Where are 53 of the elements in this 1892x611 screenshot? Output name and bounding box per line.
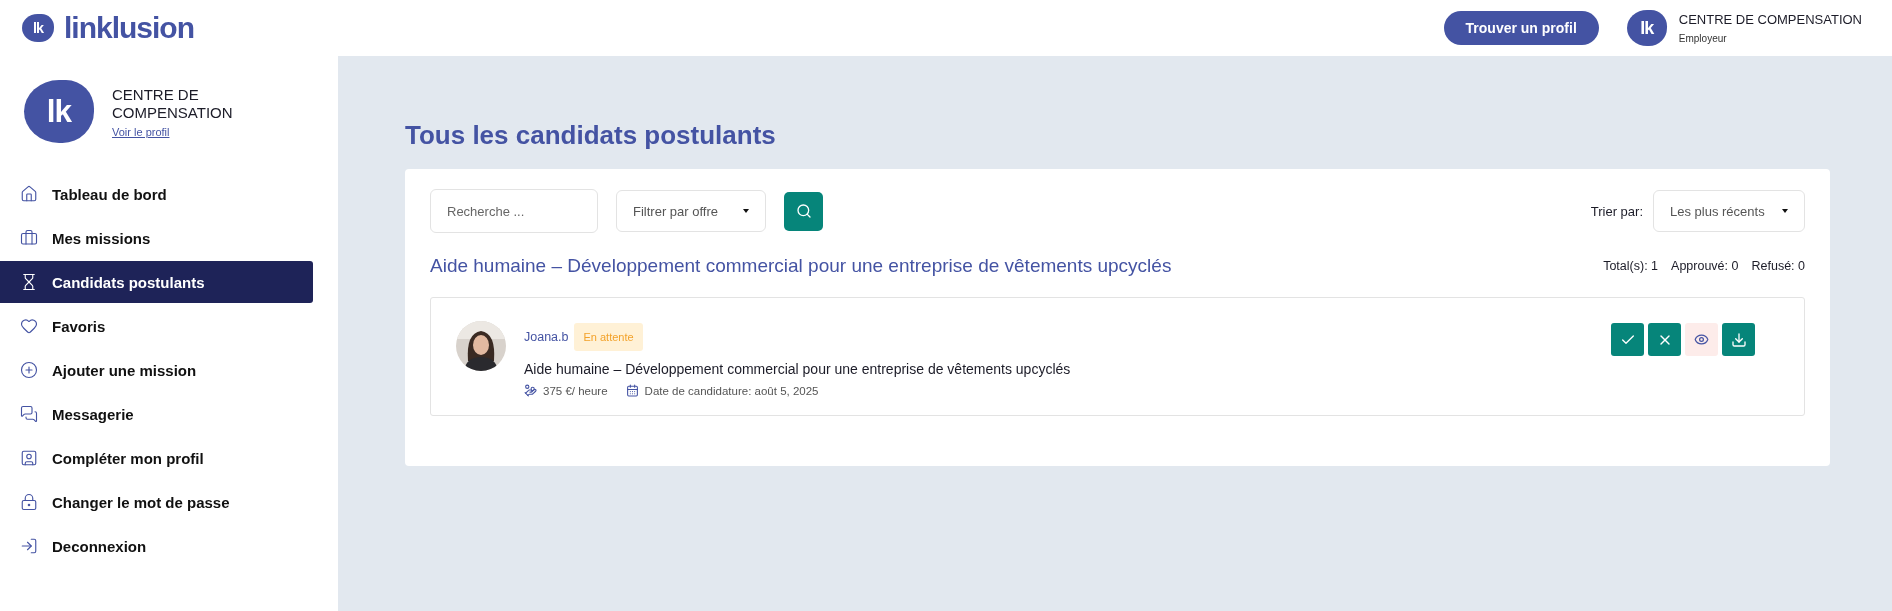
sidebar-item[interactable]: Candidats postulants — [0, 261, 313, 303]
heart-icon — [20, 317, 38, 335]
account-name: CENTRE DE COMPENSATION — [1678, 12, 1862, 27]
download-button[interactable] — [1722, 323, 1755, 356]
approve-button[interactable] — [1611, 323, 1644, 356]
search-field[interactable]: Recherche ... — [430, 189, 598, 233]
find-profile-button[interactable]: Trouver un profil — [1443, 11, 1599, 45]
logo-wordmark: linklusion — [64, 11, 194, 45]
sidebar-item[interactable]: Mes missions — [0, 217, 313, 259]
logo-icon: lk — [22, 13, 54, 43]
count-text: Total(s): 1 — [1603, 259, 1659, 273]
mission-title: Aide humaine – Développement commercial pour une entreprise de vêtements upcyclés — [524, 361, 1072, 377]
coins-icon — [524, 384, 537, 397]
account-role: Employeur — [1678, 33, 1728, 44]
rate-text: 375 €/ heure — [543, 384, 608, 397]
view-profile-link[interactable]: Voir le profil — [112, 125, 242, 138]
profile-name: CENTRE DE COMPENSATION — [112, 85, 234, 122]
logout-icon — [20, 537, 38, 555]
view-button[interactable] — [1685, 323, 1718, 356]
sidebar-item[interactable]: Favoris — [0, 305, 313, 347]
user-icon — [20, 449, 38, 467]
profile-logo: lk — [24, 80, 94, 143]
candidate-name[interactable]: Joana.b — [524, 330, 569, 344]
application-date: Date de candidature: août 5, 2025 — [644, 384, 819, 397]
status-badge: En attente — [574, 323, 643, 351]
briefcase-icon — [20, 229, 38, 247]
sort-label: Trier par: — [1590, 203, 1643, 219]
hourglass-icon — [20, 273, 38, 291]
caret-icon — [1782, 209, 1788, 213]
eye-icon — [1694, 332, 1709, 347]
sidebar-item[interactable]: Ajouter une mission — [0, 349, 313, 391]
account-logo[interactable]: lk — [1626, 10, 1667, 46]
plus-circle-icon — [20, 361, 38, 379]
sidebar-item[interactable]: Deconnexion — [0, 525, 313, 567]
chat-icon — [20, 405, 38, 423]
count-text: Approuvé: 0 — [1671, 259, 1739, 273]
sidebar-item[interactable]: Changer le mot de passe — [0, 481, 313, 523]
download-icon — [1730, 331, 1747, 348]
calendar-icon — [625, 384, 639, 397]
search-icon — [795, 203, 812, 219]
offer-title: Aide humaine – Développement commercial pour une entreprise de vêtements upcyclés — [430, 255, 1173, 277]
page-title: Tous les candidats postulants — [405, 120, 777, 151]
home-icon — [20, 185, 38, 203]
sidebar-item[interactable]: Compléter mon profil — [0, 437, 313, 479]
lock-icon — [20, 493, 38, 511]
caret-icon — [743, 209, 749, 213]
search-button[interactable] — [784, 191, 823, 231]
count-text: Refusé: 0 — [1751, 259, 1805, 273]
offer-filter-dropdown[interactable]: Filtrer par offre — [616, 190, 766, 232]
sort-dropdown[interactable]: Les plus récents — [1653, 190, 1805, 232]
sidebar-item[interactable]: Tableau de bord — [0, 173, 313, 215]
sidebar-item[interactable]: Messagerie — [0, 393, 313, 435]
reject-button[interactable] — [1648, 323, 1681, 356]
